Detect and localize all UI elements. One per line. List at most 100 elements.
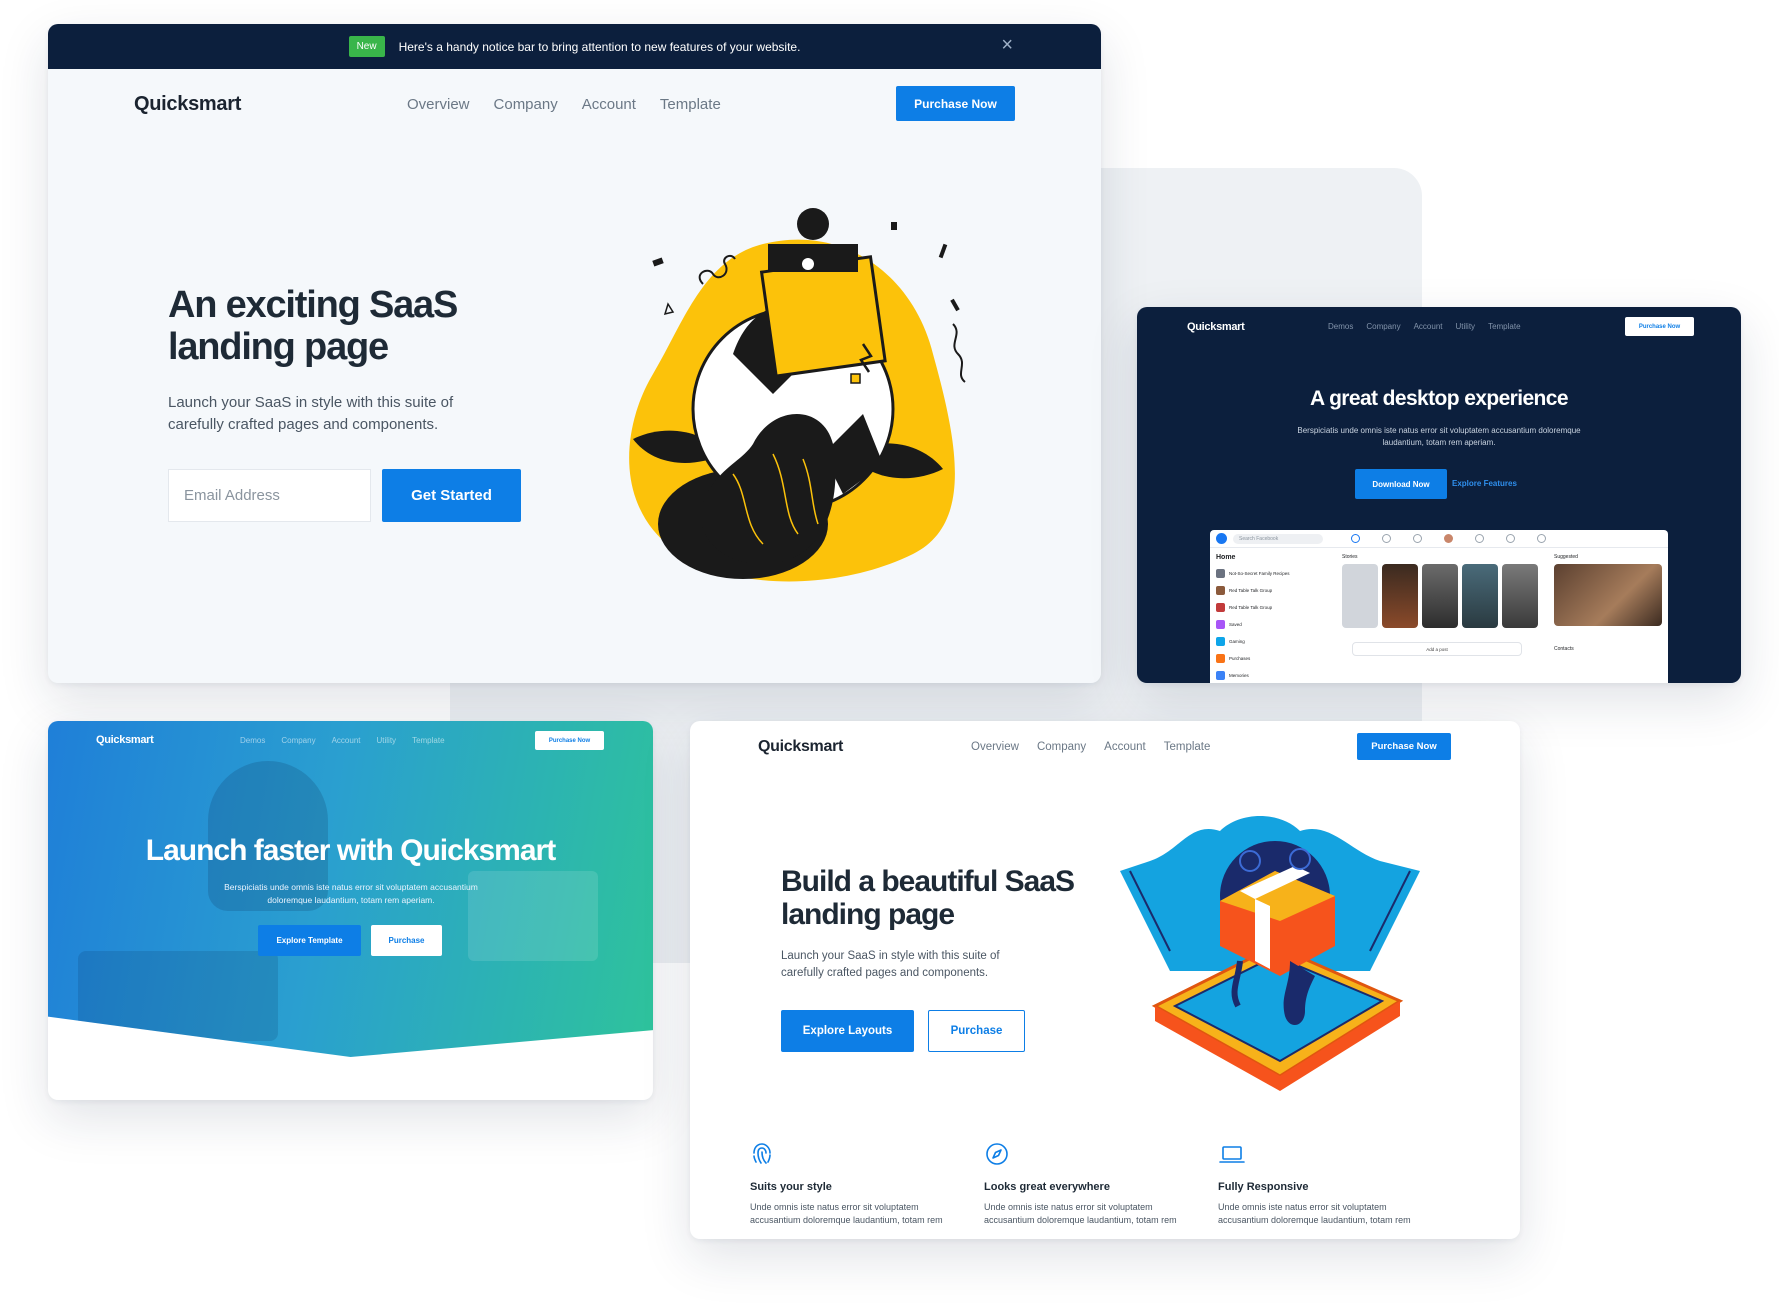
story-card xyxy=(1462,564,1498,628)
stories-label: Stories xyxy=(1342,554,1358,560)
top-nav: Quicksmart Overview Company Account Temp… xyxy=(690,721,1520,777)
story-card xyxy=(1422,564,1458,628)
preview-card-gradient: Quicksmart Demos Company Account Utility… xyxy=(48,721,653,1100)
logo[interactable]: Quicksmart xyxy=(1187,321,1245,333)
hero-subtitle: Launch your SaaS in style with this suit… xyxy=(781,950,1000,979)
feature-looks-great-everywhere: Looks great everywhere Unde omnis iste n… xyxy=(984,1141,1204,1227)
laptop-icon xyxy=(1218,1141,1438,1167)
purchase-now-button[interactable]: Purchase Now xyxy=(1625,317,1694,336)
purchase-button[interactable]: Purchase xyxy=(928,1010,1025,1052)
feature-description: Unde omnis iste natus error sit voluptat… xyxy=(1218,1202,1411,1225)
bell-icon xyxy=(1382,534,1391,543)
target-icon xyxy=(1506,534,1515,543)
nav-link-company[interactable]: Company xyxy=(281,736,315,745)
logo[interactable]: Quicksmart xyxy=(96,734,154,746)
feature-title: Looks great everywhere xyxy=(984,1181,1110,1193)
nav-link-template[interactable]: Template xyxy=(660,96,721,113)
nav-link-demos[interactable]: Demos xyxy=(240,736,265,745)
contacts-label: Contacts xyxy=(1554,646,1574,652)
nav-link-company[interactable]: Company xyxy=(494,96,558,113)
purchase-now-button[interactable]: Purchase Now xyxy=(1357,733,1451,760)
explore-template-button[interactable]: Explore Template xyxy=(258,925,361,956)
feature-suits-your-style: Suits your style Unde omnis iste natus e… xyxy=(750,1141,970,1227)
fingerprint-icon xyxy=(750,1141,970,1167)
list-item-label: Red Table Talk Group xyxy=(1229,588,1273,593)
preview-card-desktop-dark: Quicksmart Demos Company Account Utility… xyxy=(1137,307,1741,683)
nav-links: Overview Company Account Template xyxy=(971,741,1210,753)
nav-link-demos[interactable]: Demos xyxy=(1328,322,1353,331)
new-badge: New xyxy=(348,36,385,57)
mockup-toolbar: Search Facebook xyxy=(1210,530,1668,548)
nav-link-account[interactable]: Account xyxy=(582,96,636,113)
list-item: Purchases xyxy=(1216,650,1326,667)
list-item: Red Table Talk Group xyxy=(1216,599,1326,616)
preview-card-landing-yellow: New Here's a handy notice bar to bring a… xyxy=(48,24,1101,683)
app-screenshot-mockup: Search Facebook Home Not-So-Secret Famil… xyxy=(1210,530,1668,683)
hero-subtitle: Launch your SaaS in style with this suit… xyxy=(168,394,454,433)
explore-layouts-button[interactable]: Explore Layouts xyxy=(781,1010,914,1052)
app-logo-icon xyxy=(1216,533,1227,544)
nav-links: Demos Company Account Utility Template xyxy=(240,736,445,745)
suggested-label: Suggested xyxy=(1554,554,1578,560)
logo[interactable]: Quicksmart xyxy=(758,738,843,756)
explore-features-link[interactable]: Explore Features xyxy=(1452,479,1517,488)
hero-illustration xyxy=(1120,816,1420,1091)
list-item-label: Not-So-Secret Family Recipes xyxy=(1229,571,1290,576)
mockup-sidebar: Home Not-So-Secret Family Recipes Red Ta… xyxy=(1216,554,1326,683)
nav-link-template[interactable]: Template xyxy=(1164,741,1211,753)
mockup-right-rail: Suggested Contacts xyxy=(1554,554,1664,652)
purchase-now-button[interactable]: Purchase Now xyxy=(535,731,604,750)
list-item: Gaming xyxy=(1216,633,1326,650)
top-nav: Quicksmart Demos Company Account Utility… xyxy=(1137,307,1741,352)
list-item: Red Table Talk Group xyxy=(1216,582,1326,599)
add-post-field: Add a post xyxy=(1352,642,1522,656)
photo-desk-silhouette xyxy=(78,951,278,1041)
list-item-label: Memories xyxy=(1229,673,1249,678)
nav-link-utility[interactable]: Utility xyxy=(377,736,397,745)
calendar-icon xyxy=(1475,534,1484,543)
hero-subtitle: Berspiciatis unde omnis iste natus error… xyxy=(1297,426,1581,447)
story-card xyxy=(1342,564,1378,628)
list-item-label: Red Table Talk Group xyxy=(1229,605,1273,610)
nav-links: Overview Company Account Template xyxy=(407,96,721,113)
hero-title: Launch faster with Quicksmart xyxy=(145,834,556,867)
download-now-button[interactable]: Download Now xyxy=(1355,469,1447,499)
email-input[interactable] xyxy=(168,469,371,522)
nav-link-utility[interactable]: Utility xyxy=(1456,322,1476,331)
hero-title: Build a beautiful SaaS landing page xyxy=(781,865,1075,931)
nav-link-overview[interactable]: Overview xyxy=(971,741,1019,753)
feature-title: Fully Responsive xyxy=(1218,1181,1309,1193)
nav-link-account[interactable]: Account xyxy=(1104,741,1146,753)
nav-link-company[interactable]: Company xyxy=(1366,322,1400,331)
suggested-card xyxy=(1554,564,1662,626)
stories-row xyxy=(1342,564,1547,628)
hero-title: An exciting SaaS landing page xyxy=(168,284,458,368)
close-icon[interactable]: × xyxy=(1001,34,1013,57)
nav-links: Demos Company Account Utility Template xyxy=(1328,322,1521,331)
list-item-label: Saved xyxy=(1229,622,1242,627)
mockup-search: Search Facebook xyxy=(1233,533,1323,544)
nav-link-template[interactable]: Template xyxy=(1488,322,1520,331)
mockup-home-title: Home xyxy=(1216,554,1236,561)
mockup-feed: Stories Add a post xyxy=(1342,554,1547,656)
preview-card-landing-blue: Quicksmart Overview Company Account Temp… xyxy=(690,721,1520,1239)
get-started-button[interactable]: Get Started xyxy=(382,469,521,522)
notice-text: Here's a handy notice bar to bring atten… xyxy=(398,39,801,54)
hero-illustration xyxy=(629,208,966,582)
avatar-icon xyxy=(1444,534,1453,543)
nav-link-company[interactable]: Company xyxy=(1037,741,1086,753)
nav-link-account[interactable]: Account xyxy=(1414,322,1443,331)
hero-subtitle: Berspiciatis unde omnis iste natus error… xyxy=(224,882,478,905)
list-item: Not-So-Secret Family Recipes xyxy=(1216,565,1326,582)
logo[interactable]: Quicksmart xyxy=(134,93,241,116)
home-icon xyxy=(1351,534,1360,543)
nav-link-account[interactable]: Account xyxy=(332,736,361,745)
top-nav: Quicksmart Overview Company Account Temp… xyxy=(48,69,1101,139)
nav-link-template[interactable]: Template xyxy=(412,736,444,745)
feature-fully-responsive: Fully Responsive Unde omnis iste natus e… xyxy=(1218,1141,1438,1227)
feature-description: Unde omnis iste natus error sit voluptat… xyxy=(984,1202,1177,1225)
list-item-label: Gaming xyxy=(1229,639,1245,644)
nav-link-overview[interactable]: Overview xyxy=(407,96,470,113)
purchase-now-button[interactable]: Purchase Now xyxy=(896,86,1015,121)
purchase-button[interactable]: Purchase xyxy=(371,925,442,956)
